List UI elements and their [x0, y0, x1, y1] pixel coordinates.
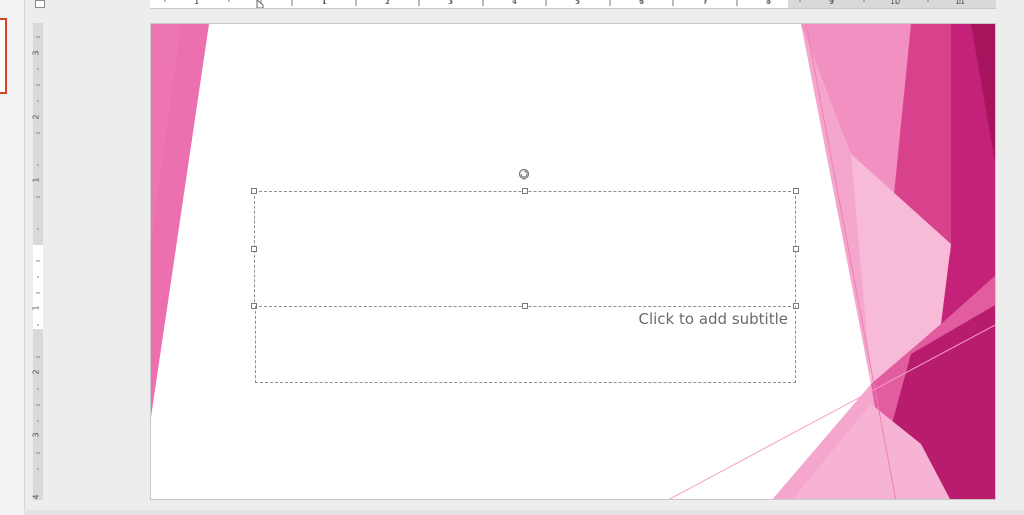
selected-slide-thumbnail[interactable]	[0, 18, 7, 94]
ruler-tab-selector[interactable]	[35, 0, 45, 8]
ruler-label: 2	[385, 0, 391, 6]
ruler-label: 9	[829, 0, 835, 6]
resize-handle[interactable]	[251, 246, 257, 252]
ruler-label: 2	[31, 369, 41, 375]
ruler-label: 3	[31, 432, 41, 438]
ruler-label: 1	[31, 177, 41, 183]
slide-thumbnail-panel[interactable]	[0, 0, 25, 515]
ruler-label: 3	[31, 50, 41, 56]
ruler-label: 8	[766, 0, 772, 6]
ruler-ticks	[164, 0, 961, 8]
ruler-label: 7	[703, 0, 709, 6]
rotate-handle[interactable]	[518, 168, 530, 180]
vertical-ruler[interactable]: 3 2 1 1 2 3 4	[31, 23, 43, 500]
horizontal-ruler[interactable]: 1 1 2 3 4 5 6 7 8 9 10 11	[150, 0, 996, 9]
subtitle-placeholder-text: Click to add subtitle	[638, 310, 788, 328]
ruler-label: 10	[890, 0, 901, 6]
ruler-label: 4	[31, 494, 41, 500]
subtitle-placeholder[interactable]: Click to add subtitle	[255, 306, 796, 383]
ruler-label: 1	[31, 305, 41, 311]
ruler-label: 11	[955, 0, 966, 6]
ruler-ticks	[36, 36, 40, 470]
ruler-label: 5	[575, 0, 581, 6]
notes-divider	[24, 510, 1024, 515]
resize-handle[interactable]	[522, 188, 528, 194]
resize-handle[interactable]	[793, 188, 799, 194]
ruler-label: 1	[194, 0, 200, 6]
ruler-label: 4	[512, 0, 518, 6]
resize-handle[interactable]	[793, 246, 799, 252]
title-placeholder[interactable]	[254, 191, 796, 307]
ruler-label: 3	[448, 0, 454, 6]
slide-canvas[interactable]: Click to add subtitle	[150, 23, 996, 500]
resize-handle[interactable]	[251, 188, 257, 194]
ruler-label: 6	[639, 0, 645, 6]
ruler-label: 2	[31, 114, 41, 120]
ruler-label: 1	[322, 0, 328, 6]
